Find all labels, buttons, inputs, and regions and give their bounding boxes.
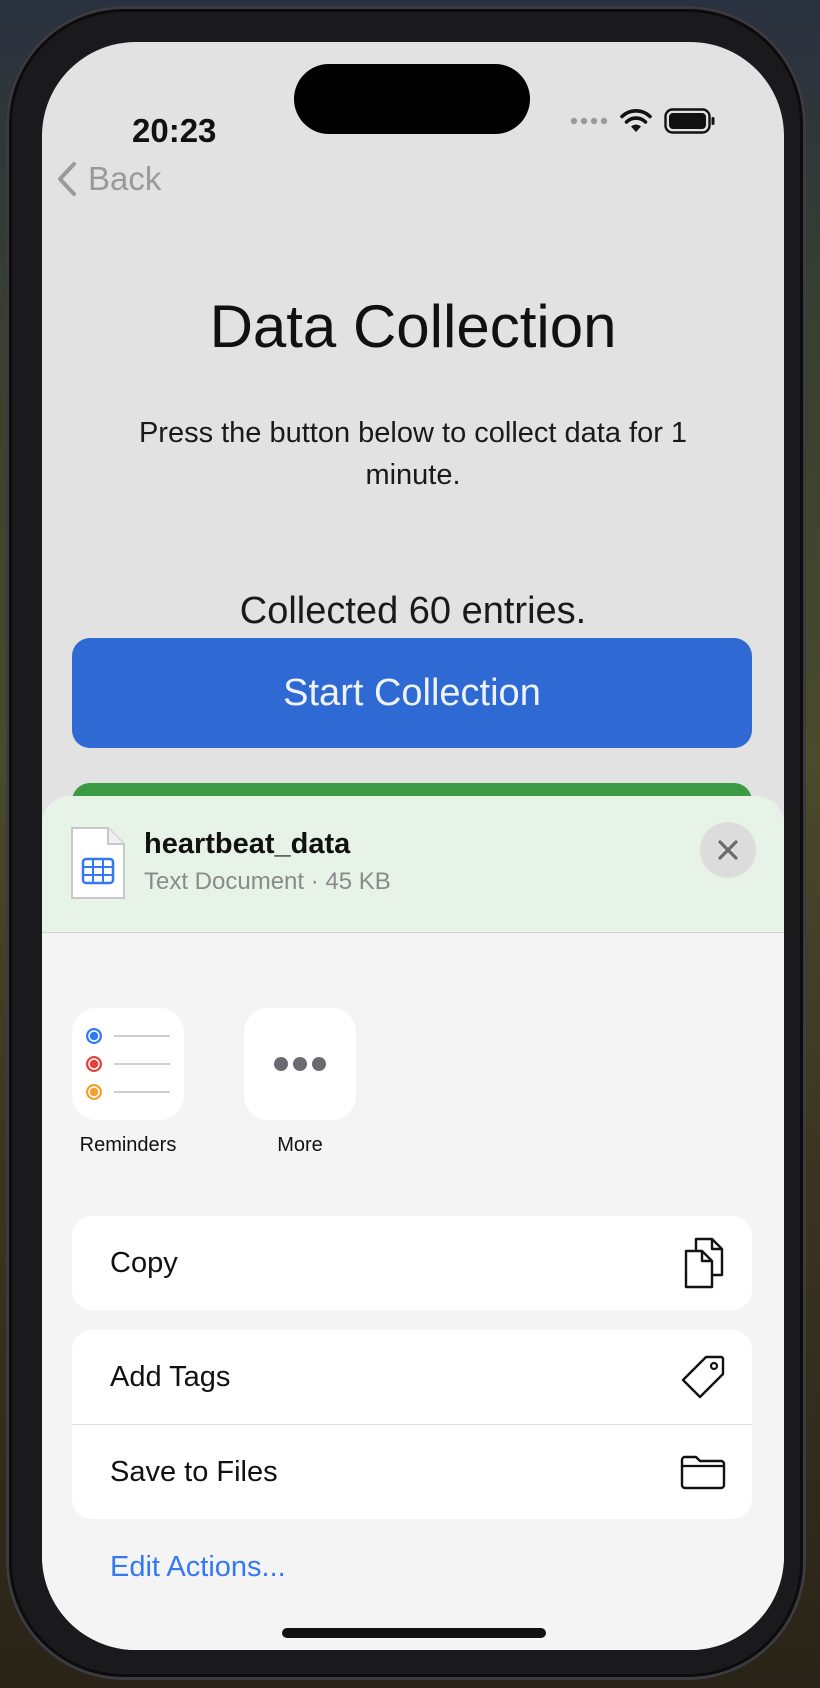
folder-icon [680,1455,726,1490]
save-to-files-label: Save to Files [110,1455,278,1488]
signal-icon [570,117,608,125]
screen: 20:23 Back Data Collection Press the but… [42,42,784,1650]
edit-actions-link[interactable]: Edit Actions... [110,1551,286,1584]
share-sheet-header: heartbeat_data Text Document · 45 KB [42,796,784,933]
start-collection-button[interactable]: Start Collection [72,638,752,748]
dynamic-island [294,64,530,134]
battery-icon [664,108,715,134]
page-title: Data Collection [209,293,617,360]
reminders-app-label: Reminders [79,1134,177,1156]
status-icons [570,108,716,134]
close-icon [718,840,738,860]
copy-icon [684,1237,724,1289]
file-actions-group: Add Tags Save to Files [72,1330,752,1519]
copy-label: Copy [110,1246,178,1279]
spreadsheet-document-icon [71,827,125,899]
back-button[interactable]: Back [56,160,161,198]
add-tags-action[interactable]: Add Tags [72,1330,752,1424]
reminders-app-button[interactable] [72,1008,184,1120]
add-tags-label: Add Tags [110,1360,231,1393]
file-name: heartbeat_data [144,828,351,860]
copy-action[interactable]: Copy [72,1216,752,1310]
save-to-files-action[interactable]: Save to Files [72,1424,752,1519]
instructions-text: Press the button below to collect data f… [138,417,688,491]
copy-group: Copy [72,1216,752,1310]
tag-icon [681,1355,725,1399]
share-sheet: heartbeat_data Text Document · 45 KB Rem… [42,796,784,1650]
chevron-left-icon [58,162,76,196]
more-icon [274,1057,326,1071]
phone-frame: 20:23 Back Data Collection Press the but… [6,6,806,1680]
close-button[interactable] [700,822,756,878]
back-label: Back [88,160,162,197]
reminders-icon [86,1028,170,1100]
status-time: 20:23 [132,112,217,149]
wifi-icon [620,109,652,132]
more-app-label: More [277,1134,323,1156]
more-app-button[interactable] [244,1008,356,1120]
home-indicator[interactable] [282,1628,546,1638]
file-meta: Text Document · 45 KB [144,868,391,895]
entries-count: Collected 60 entries. [239,590,587,632]
